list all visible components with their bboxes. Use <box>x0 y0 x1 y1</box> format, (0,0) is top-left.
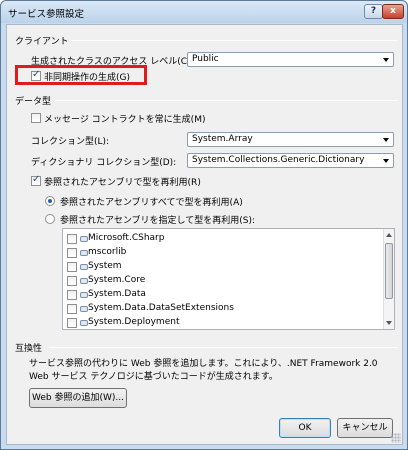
assembly-checkbox[interactable] <box>67 234 77 244</box>
list-item[interactable]: System.Deployment <box>65 316 375 329</box>
assembly-checkbox[interactable] <box>67 304 77 314</box>
list-item[interactable]: System <box>65 260 375 274</box>
assembly-icon <box>80 306 88 312</box>
assembly-icon <box>80 320 88 326</box>
assembly-icon <box>80 236 88 242</box>
dialog-client-area: クライアント 生成されたクラスのアクセス レベル(C): Public 非同期操… <box>6 24 403 445</box>
list-item[interactable]: Microsoft.CSharp <box>65 232 375 246</box>
help-button[interactable]: ? <box>364 4 383 19</box>
assembly-icon <box>80 250 88 256</box>
assembly-list-scrollbar[interactable] <box>383 229 394 329</box>
close-icon: x <box>390 6 396 16</box>
list-item[interactable]: System.Data.DataSetExtensions <box>65 302 375 316</box>
reuse-specified-label: 参照されたアセンブリを指定して型を再利用(S): <box>60 216 256 226</box>
assembly-checkbox[interactable] <box>67 276 77 286</box>
scroll-thumb[interactable] <box>385 243 393 299</box>
chevron-down-icon <box>383 138 389 142</box>
assembly-checkbox[interactable] <box>67 318 77 328</box>
collection-value: System.Array <box>192 134 253 144</box>
scroll-down-icon[interactable] <box>386 321 392 325</box>
assembly-name: System.Data <box>88 289 146 299</box>
client-section-divider <box>69 40 397 41</box>
assembly-listbox[interactable]: Microsoft.CSharp mscorlib System System.… <box>62 228 395 330</box>
access-level-value: Public <box>192 54 219 64</box>
chevron-down-icon <box>383 58 389 62</box>
ok-button[interactable]: OK <box>279 418 331 438</box>
dialog-title: サービス参照設定 <box>8 9 85 20</box>
access-level-select[interactable]: Public <box>187 52 394 67</box>
help-icon: ? <box>370 6 377 16</box>
cancel-button[interactable]: キャンセル <box>337 418 393 438</box>
collection-select[interactable]: System.Array <box>187 132 394 147</box>
data-section-header: データ型 <box>15 97 52 107</box>
assembly-name: System.Deployment <box>88 317 180 327</box>
assembly-name: Microsoft.CSharp <box>88 233 165 243</box>
data-section-divider <box>55 100 397 101</box>
resize-grip[interactable] <box>391 433 401 443</box>
assembly-icon <box>80 278 88 284</box>
compat-description: サービス参照の代わりに Web 参照を追加します。これにより、.NET Fram… <box>29 359 378 382</box>
dictionary-value: System.Collections.Generic.Dictionary <box>192 155 365 165</box>
always-generate-checkbox[interactable] <box>31 113 41 123</box>
assembly-icon <box>80 264 88 270</box>
close-button[interactable]: x <box>382 4 404 19</box>
list-item[interactable]: mscorlib <box>65 246 375 260</box>
compat-section-header: 互換性 <box>15 344 43 354</box>
service-reference-settings-dialog: サービス参照設定 ? x クライアント 生成されたクラスのアクセス レベル(C)… <box>0 0 408 450</box>
always-generate-label: メッセージ コントラクトを常に生成(M) <box>44 115 206 125</box>
compat-section-divider <box>49 347 397 348</box>
dictionary-label: ディクショナリ コレクション型(D): <box>31 158 177 168</box>
dictionary-select[interactable]: System.Collections.Generic.Dictionary <box>187 153 394 168</box>
assembly-name: System.Core <box>88 275 146 285</box>
reuse-all-radio[interactable] <box>45 196 55 206</box>
title-bar: サービス参照設定 ? x <box>1 1 407 23</box>
assembly-checkbox[interactable] <box>67 262 77 272</box>
reuse-types-checkbox[interactable] <box>31 174 41 186</box>
async-checkbox[interactable] <box>31 69 41 81</box>
scroll-up-icon[interactable] <box>386 233 392 237</box>
async-label: 非同期操作の生成(G) <box>44 73 130 83</box>
reuse-types-label: 参照されたアセンブリで型を再利用(R) <box>44 178 201 188</box>
client-section-header: クライアント <box>15 37 69 47</box>
list-item[interactable]: System.Data <box>65 288 375 302</box>
chevron-down-icon <box>383 159 389 163</box>
reuse-specified-radio[interactable] <box>45 214 55 224</box>
assembly-name: System.Data.DataSetExtensions <box>88 303 234 313</box>
assembly-checkbox[interactable] <box>67 248 77 258</box>
assembly-name: System <box>88 261 122 271</box>
assembly-checkbox[interactable] <box>67 290 77 300</box>
collection-label: コレクション型(L): <box>31 137 110 147</box>
assembly-name: mscorlib <box>88 247 127 257</box>
reuse-all-label: 参照されたアセンブリすべてで型を再利用(A) <box>60 198 243 208</box>
add-web-reference-button[interactable]: Web 参照の追加(W)... <box>29 388 127 408</box>
assembly-icon <box>80 292 88 298</box>
list-item[interactable]: System.Core <box>65 274 375 288</box>
